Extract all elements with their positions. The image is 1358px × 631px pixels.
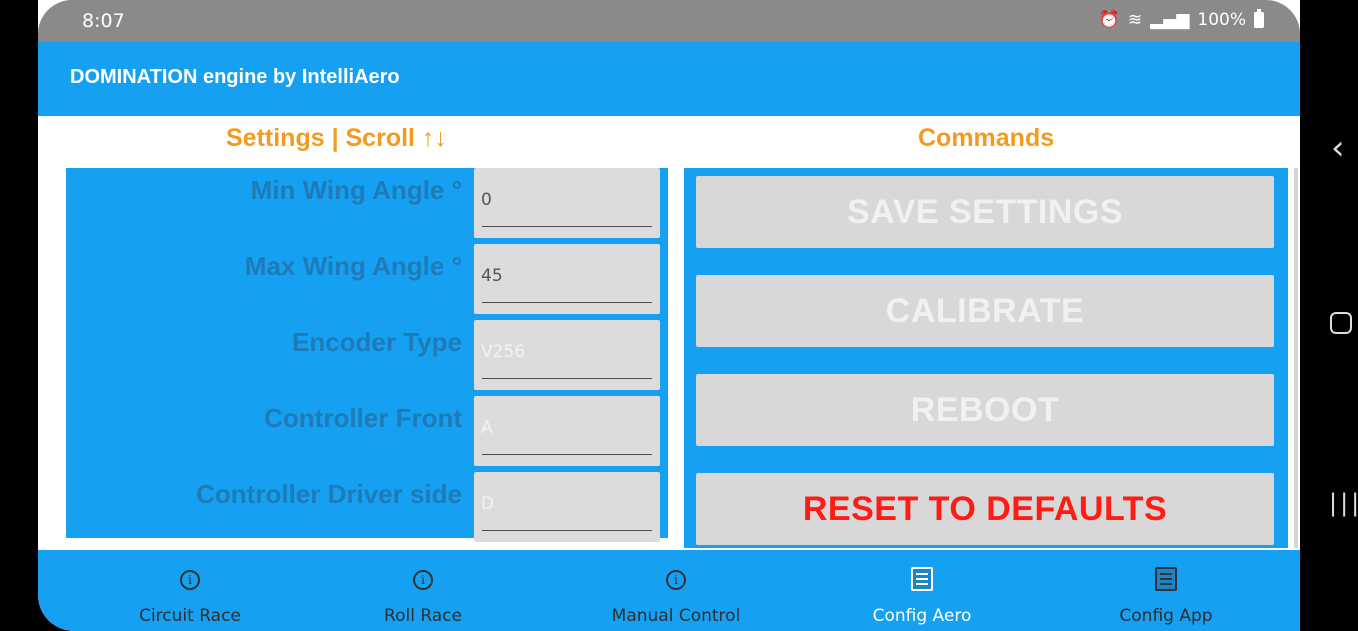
alarm-icon: ⏰ bbox=[1098, 10, 1120, 30]
setting-row-min-wing-angle: Min Wing Angle ° 0 bbox=[66, 168, 668, 238]
save-settings-button[interactable]: SAVE SETTINGS bbox=[696, 176, 1274, 248]
field-underline bbox=[482, 378, 652, 379]
nav-label: Roll Race bbox=[384, 606, 462, 626]
nav-label: Config Aero bbox=[872, 606, 972, 626]
bottom-nav: i Circuit Race i Roll Race i Manual Cont… bbox=[38, 550, 1300, 631]
back-icon[interactable]: ‹ bbox=[1331, 128, 1345, 168]
info-icon: i bbox=[413, 570, 433, 590]
nav-config-app[interactable]: Config App bbox=[1076, 550, 1256, 631]
controller-front-value: A bbox=[481, 418, 493, 438]
min-wing-angle-field[interactable]: 0 bbox=[474, 168, 660, 238]
setting-row-encoder-type: Encoder Type V256 bbox=[66, 320, 668, 390]
nav-roll-race[interactable]: i Roll Race bbox=[333, 550, 513, 631]
encoder-type-label: Encoder Type bbox=[291, 327, 462, 357]
controller-driver-side-value: D bbox=[481, 494, 495, 514]
info-icon: i bbox=[666, 570, 686, 590]
nav-manual-control[interactable]: i Manual Control bbox=[586, 550, 766, 631]
controller-front-field[interactable]: A bbox=[474, 396, 660, 466]
nav-circuit-race[interactable]: i Circuit Race bbox=[100, 550, 280, 631]
max-wing-angle-field[interactable]: 45 bbox=[474, 244, 660, 314]
field-underline bbox=[482, 226, 652, 227]
signal-icon: ▂▄▆ bbox=[1150, 10, 1190, 30]
battery-text: 100% bbox=[1197, 10, 1246, 30]
config-icon bbox=[911, 567, 933, 591]
status-indicators: ⏰ ≋ ▂▄▆ 100% bbox=[1098, 9, 1264, 30]
system-navigation-bar: ‹ ||| bbox=[1300, 0, 1358, 631]
wifi-icon: ≋ bbox=[1127, 10, 1143, 30]
nav-label: Manual Control bbox=[611, 606, 741, 626]
calibrate-button[interactable]: CALIBRATE bbox=[696, 275, 1274, 347]
commands-title: Commands bbox=[918, 124, 1055, 152]
recent-apps-icon[interactable]: ||| bbox=[1329, 489, 1358, 517]
min-wing-angle-label: Min Wing Angle ° bbox=[250, 175, 462, 205]
min-wing-angle-value: 0 bbox=[481, 190, 492, 210]
phone-screen: 8:07 ⏰ ≋ ▂▄▆ 100% DOMINATION engine by I… bbox=[38, 0, 1300, 631]
config-icon bbox=[1155, 567, 1177, 591]
setting-row-max-wing-angle: Max Wing Angle ° 45 bbox=[66, 244, 668, 314]
app-title: DOMINATION engine by IntelliAero bbox=[70, 66, 400, 88]
field-underline bbox=[482, 302, 652, 303]
field-underline bbox=[482, 454, 652, 455]
info-icon: i bbox=[180, 570, 200, 590]
app-bar: DOMINATION engine by IntelliAero bbox=[38, 42, 1300, 116]
nav-label: Config App bbox=[1119, 606, 1213, 626]
setting-row-controller-front: Controller Front A bbox=[66, 396, 668, 466]
controller-driver-side-field[interactable]: D bbox=[474, 472, 660, 542]
settings-title: Settings | Scroll ↑↓ bbox=[226, 124, 447, 152]
max-wing-angle-label: Max Wing Angle ° bbox=[244, 251, 462, 281]
scrollbar[interactable] bbox=[1294, 168, 1298, 548]
controller-front-label: Controller Front bbox=[264, 403, 462, 433]
field-underline bbox=[482, 530, 652, 531]
encoder-type-value: V256 bbox=[481, 342, 526, 362]
reboot-button[interactable]: REBOOT bbox=[696, 374, 1274, 446]
controller-driver-side-label: Controller Driver side bbox=[196, 479, 462, 509]
reset-to-defaults-button[interactable]: RESET TO DEFAULTS bbox=[696, 473, 1274, 545]
settings-panel[interactable]: Min Wing Angle ° 0 Max Wing Angle ° 45 E… bbox=[66, 168, 668, 542]
setting-row-controller-driver-side: Controller Driver side D bbox=[66, 472, 668, 542]
commands-panel: SAVE SETTINGS CALIBRATE REBOOT RESET TO … bbox=[684, 168, 1288, 548]
home-icon[interactable] bbox=[1330, 312, 1352, 334]
status-time: 8:07 bbox=[82, 10, 125, 32]
encoder-type-field[interactable]: V256 bbox=[474, 320, 660, 390]
nav-label: Circuit Race bbox=[139, 606, 241, 626]
max-wing-angle-value: 45 bbox=[481, 266, 503, 286]
battery-icon bbox=[1254, 9, 1264, 28]
nav-config-aero[interactable]: Config Aero bbox=[832, 550, 1012, 631]
status-bar: 8:07 ⏰ ≋ ▂▄▆ 100% bbox=[38, 0, 1300, 42]
